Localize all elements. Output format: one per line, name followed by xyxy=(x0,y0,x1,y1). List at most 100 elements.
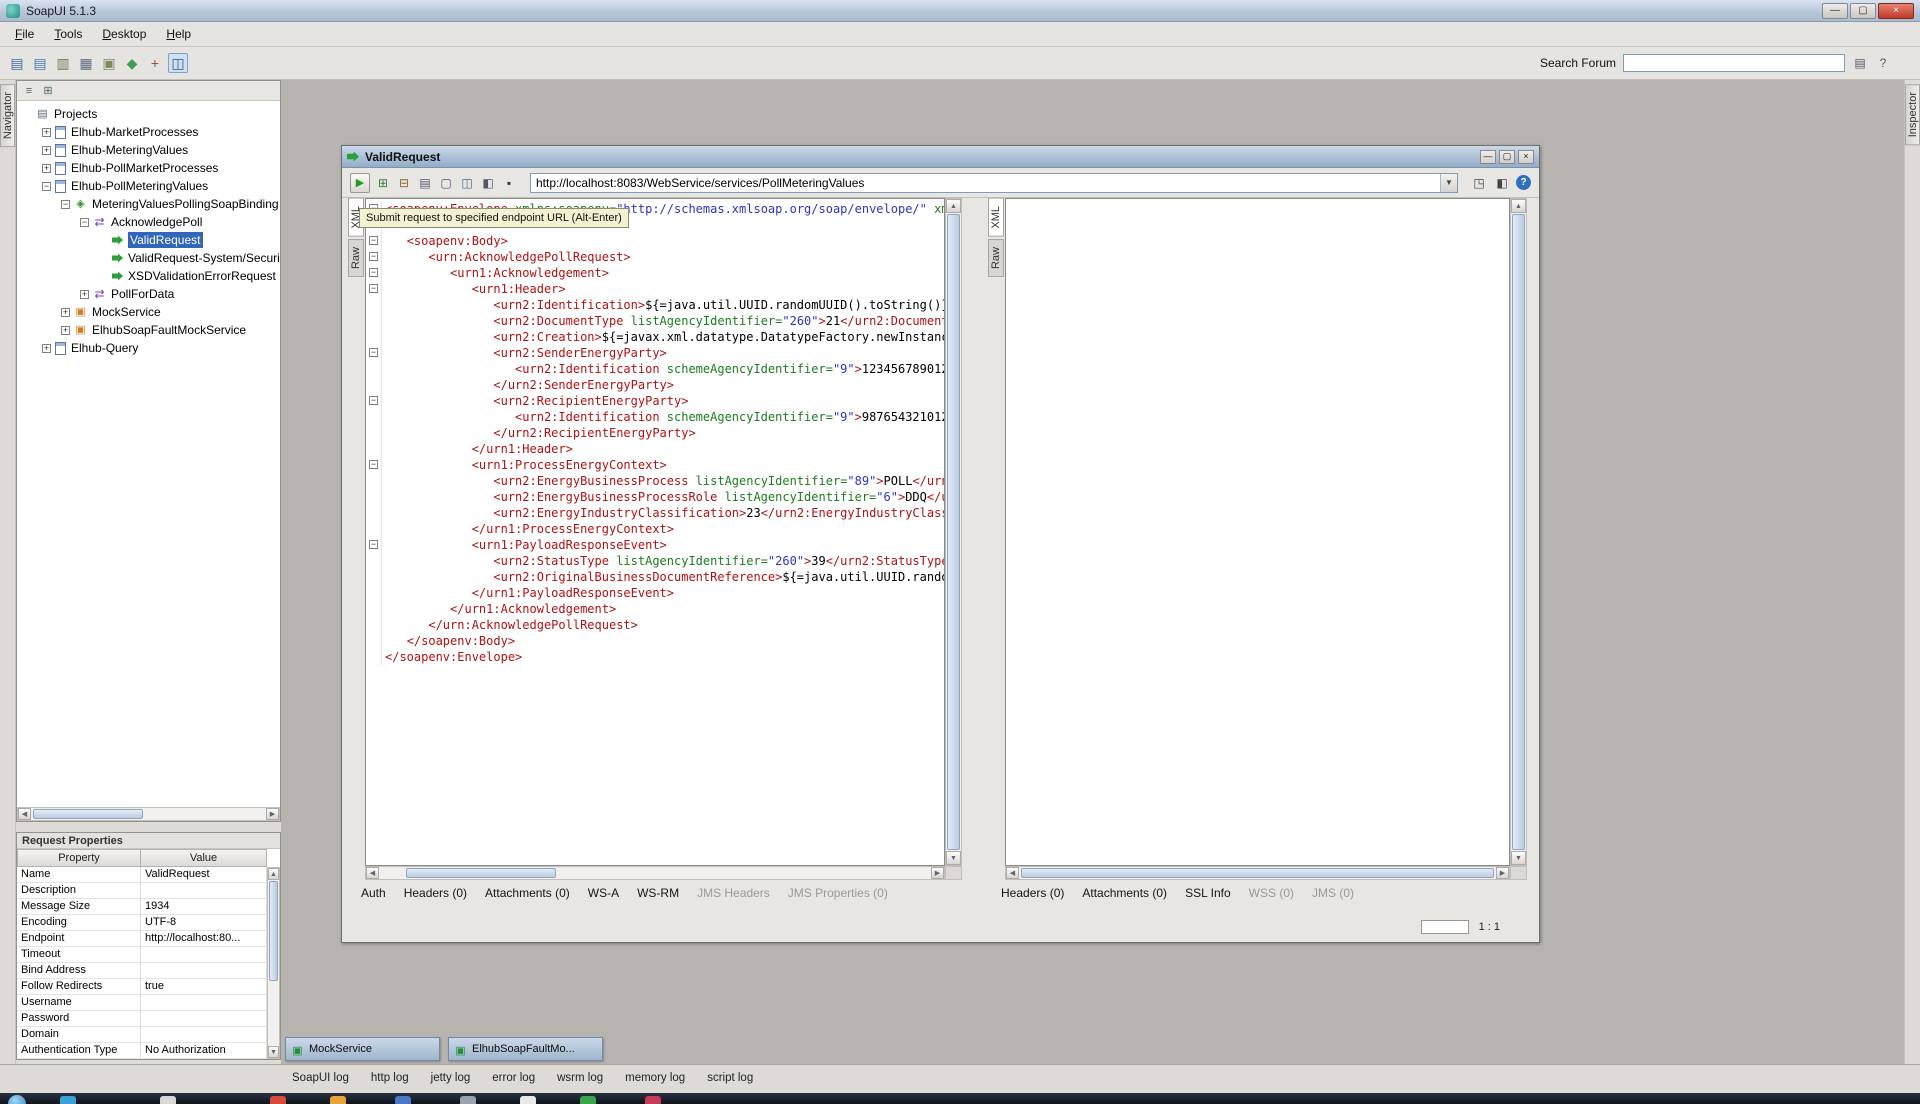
minus-toggle-icon[interactable]: − xyxy=(61,200,70,209)
xml-line-29[interactable]: </soapenv:Envelope> xyxy=(366,649,944,665)
scroll-thumb[interactable] xyxy=(1021,868,1494,878)
tree-node-elhub-marketprocesses[interactable]: +Elhub-MarketProcesses xyxy=(17,123,280,141)
property-row-endpoint[interactable]: Endpointhttp://localhost:80... xyxy=(17,931,267,947)
scroll-thumb[interactable] xyxy=(406,868,556,878)
create-empty-request-icon[interactable]: ▢ xyxy=(437,174,455,192)
property-value-cell[interactable] xyxy=(141,1027,267,1043)
xml-line-8[interactable]: <urn2:DocumentType listAgencyIdentifier=… xyxy=(366,313,944,329)
scroll-left-icon[interactable]: ◀ xyxy=(366,867,379,879)
scroll-right-icon[interactable]: ▶ xyxy=(266,808,279,820)
property-row-message-size[interactable]: Message Size1934 xyxy=(17,899,267,915)
xml-line-10[interactable]: − <urn2:SenderEnergyParty> xyxy=(366,345,944,361)
property-row-username[interactable]: Username xyxy=(17,995,267,1011)
xml-line-23[interactable]: <urn2:StatusType listAgencyIdentifier="2… xyxy=(366,553,944,569)
forum-icon[interactable]: ▣ xyxy=(99,53,119,73)
add-to-mockservice-icon[interactable]: ⊟ xyxy=(395,174,413,192)
property-row-password[interactable]: Password xyxy=(17,1011,267,1027)
scroll-right-icon[interactable]: ▶ xyxy=(931,867,944,879)
menu-item-tools[interactable]: Tools xyxy=(45,24,91,44)
tree-node-elhubsoapfaultmockservice[interactable]: +ElhubSoapFaultMockService xyxy=(17,321,280,339)
tab-wss-0[interactable]: WSS (0) xyxy=(1249,886,1294,900)
log-tab-soapui-log[interactable]: SoapUI log xyxy=(292,1072,349,1084)
scroll-right-icon[interactable]: ▶ xyxy=(1496,867,1509,879)
tree-node-pollfordata[interactable]: +PollForData xyxy=(17,285,280,303)
save-all-projects-icon[interactable]: ▦ xyxy=(76,53,96,73)
log-tab-jetty-log[interactable]: jetty log xyxy=(431,1072,471,1084)
xml-line-24[interactable]: <urn2:OriginalBusinessDocumentReference>… xyxy=(366,569,944,585)
property-row-description[interactable]: Description xyxy=(17,883,267,899)
scroll-thumb[interactable] xyxy=(1512,214,1525,850)
tab-ws-a[interactable]: WS-A xyxy=(588,886,619,900)
proxy-icon[interactable]: ◫ xyxy=(168,53,188,73)
preferences-icon[interactable]: + xyxy=(145,53,165,73)
tree-node-mockservice[interactable]: +MockService xyxy=(17,303,280,321)
taskbar-icon[interactable] xyxy=(395,1096,411,1104)
xml-line-4[interactable]: − <urn:AcknowledgePollRequest> xyxy=(366,249,944,265)
property-value-cell[interactable] xyxy=(141,883,267,899)
tab-jms-properties-0[interactable]: JMS Properties (0) xyxy=(788,886,888,900)
xml-line-25[interactable]: </urn1:PayloadResponseEvent> xyxy=(366,585,944,601)
properties-vscrollbar[interactable]: ▲ ▼ xyxy=(267,867,280,1059)
navigator-side-tab[interactable]: Navigator xyxy=(0,84,15,147)
request-hscrollbar[interactable]: ◀ ▶ xyxy=(365,866,945,880)
new-soap-project-icon[interactable]: ▤ xyxy=(7,53,27,73)
scroll-down-icon[interactable]: ▼ xyxy=(1511,851,1526,865)
tree-node-meteringvaluespollingsoapbinding[interactable]: −MeteringValuesPollingSoapBinding xyxy=(17,195,280,213)
property-row-name[interactable]: NameValidRequest xyxy=(17,867,267,883)
start-button[interactable] xyxy=(8,1095,26,1104)
submit-request-button[interactable]: ▶ xyxy=(350,173,370,193)
fold-collapse-icon[interactable]: − xyxy=(369,460,378,469)
log-tab-error-log[interactable]: error log xyxy=(492,1072,535,1084)
tree-node-validrequest-system-securi[interactable]: ValidRequest-System/Securi xyxy=(17,249,280,267)
tab-headers-0[interactable]: Headers (0) xyxy=(1001,886,1064,900)
fold-collapse-icon[interactable]: − xyxy=(369,396,378,405)
windows-taskbar[interactable] xyxy=(0,1093,1920,1104)
xml-line-27[interactable]: </urn:AcknowledgePollRequest> xyxy=(366,617,944,633)
trial-icon[interactable]: ◆ xyxy=(122,53,142,73)
scroll-down-icon[interactable]: ▼ xyxy=(268,1046,279,1058)
menu-item-file[interactable]: File xyxy=(6,24,43,44)
property-value-cell[interactable] xyxy=(141,947,267,963)
tab-headers-0[interactable]: Headers (0) xyxy=(404,886,467,900)
recreate-request-icon[interactable]: ▤ xyxy=(416,174,434,192)
xml-line-19[interactable]: <urn2:EnergyBusinessProcessRole listAgen… xyxy=(366,489,944,505)
toolbar-help-icon[interactable]: ? xyxy=(1875,55,1891,71)
xml-line-5[interactable]: − <urn1:Acknowledgement> xyxy=(366,265,944,281)
minus-toggle-icon[interactable]: − xyxy=(80,218,89,227)
clone-request-icon[interactable]: ◫ xyxy=(458,174,476,192)
float-panel-icon[interactable]: ◳ xyxy=(1470,174,1488,192)
tree-node-acknowledgepoll[interactable]: −AcknowledgePoll xyxy=(17,213,280,231)
xml-line-22[interactable]: − <urn1:PayloadResponseEvent> xyxy=(366,537,944,553)
fold-collapse-icon[interactable]: − xyxy=(369,540,378,549)
tab-attachments-0[interactable]: Attachments (0) xyxy=(1082,886,1167,900)
help-icon[interactable]: ? xyxy=(1516,175,1531,190)
tree-node-elhub-pollmeteringvalues[interactable]: −Elhub-PollMeteringValues xyxy=(17,177,280,195)
xml-line-13[interactable]: − <urn2:RecipientEnergyParty> xyxy=(366,393,944,409)
response-editor[interactable] xyxy=(1005,198,1510,866)
xml-line-3[interactable]: − <soapenv:Body> xyxy=(366,233,944,249)
frame-maximize-icon[interactable]: ▢ xyxy=(1499,150,1515,164)
log-tab-memory-log[interactable]: memory log xyxy=(625,1072,685,1084)
xml-line-11[interactable]: <urn2:Identification schemeAgencyIdentif… xyxy=(366,361,944,377)
property-row-bind-address[interactable]: Bind Address xyxy=(17,963,267,979)
scroll-up-icon[interactable]: ▲ xyxy=(1511,199,1526,213)
taskbar-icon[interactable] xyxy=(645,1096,661,1104)
fold-collapse-icon[interactable]: − xyxy=(369,284,378,293)
tree-node-validrequest[interactable]: ValidRequest xyxy=(17,231,280,249)
fold-collapse-icon[interactable]: − xyxy=(369,268,378,277)
property-value-cell[interactable]: http://localhost:80... xyxy=(141,931,267,947)
tree-node-projects[interactable]: Projects xyxy=(17,105,280,123)
xml-line-6[interactable]: − <urn1:Header> xyxy=(366,281,944,297)
value-column-header[interactable]: Value xyxy=(141,849,267,867)
property-column-header[interactable]: Property xyxy=(17,849,141,867)
tab-jms-0[interactable]: JMS (0) xyxy=(1312,886,1354,900)
log-tab-http-log[interactable]: http log xyxy=(371,1072,409,1084)
minimized-window-mockservice[interactable]: MockService xyxy=(285,1037,440,1061)
property-row-authentication-type[interactable]: Authentication TypeNo Authorization xyxy=(17,1043,267,1059)
tab-ssl-info[interactable]: SSL Info xyxy=(1185,886,1231,900)
minimize-button[interactable]: — xyxy=(1822,3,1848,19)
tree-node-elhub-query[interactable]: +Elhub-Query xyxy=(17,339,280,357)
expand-tree-icon[interactable]: ⊞ xyxy=(41,84,55,98)
minimized-window-elhubsoapfaultmo[interactable]: ElhubSoapFaultMo... xyxy=(448,1037,603,1061)
add-to-testcase-icon[interactable]: ⊞ xyxy=(374,174,392,192)
